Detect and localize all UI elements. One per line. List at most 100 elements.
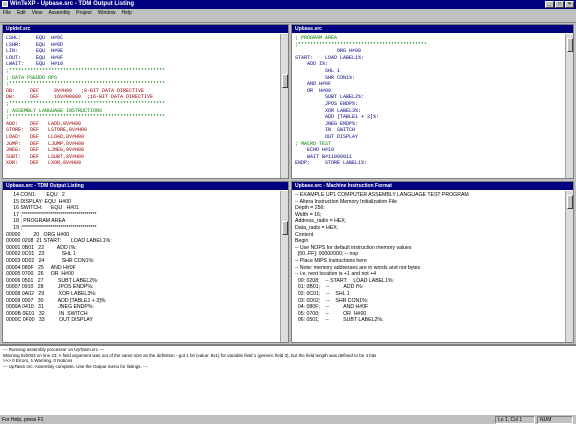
app-title-bar[interactable]: WinTeXP - Upbase.src - TDM Output Listin…: [0, 0, 576, 9]
code-line: 17 ;************************************…: [6, 211, 97, 218]
code-line: ORG H#00: [295, 48, 362, 55]
code-line: ; PROGRAM AREA: [295, 35, 338, 41]
code-line: 02: 0C01; -- SHL 1: [295, 290, 350, 297]
app-icon[interactable]: [2, 1, 8, 7]
code-line: -- Altera Instruction Memory Initializat…: [295, 198, 398, 205]
status-position: Ln 1, Col 1: [495, 416, 535, 424]
code-line: 04: 080F; -- AND H#0F: [295, 304, 369, 311]
output-line: --- UpTasm.src: Assembly complete. Use t…: [3, 363, 148, 369]
code-line: SUBT LABEL2%:: [295, 94, 365, 101]
upldef-editor[interactable]: LSHL: EQU H#0C LSHR: EQU H#0D LIN: EQU H#0…: [3, 34, 280, 178]
code-line: 00009 0007 30 ADD [TABLE1 + 3]%:: [6, 297, 107, 304]
code-line: IN SWITCH: [295, 127, 356, 134]
listing-window-title[interactable]: Upbase.src - TDM Output Listing: [3, 182, 288, 190]
app-title: WinTeXP - Upbase.src - TDM Output Listin…: [10, 1, 135, 7]
listing-scroll-thumb[interactable]: [282, 221, 288, 235]
menu-help[interactable]: Help: [121, 10, 131, 16]
menu-file[interactable]: File: [3, 10, 11, 16]
menu-window[interactable]: Window: [98, 10, 116, 16]
code-line: 00005 0700 26 OR H#00: [6, 271, 74, 278]
menu-edit[interactable]: Edit: [17, 10, 26, 16]
mif-scrollbar[interactable]: [565, 191, 573, 342]
code-line: 00003 0D02 24 SHR CON1%:: [6, 257, 95, 264]
menu-bar: File Edit View Assembly Project Window H…: [0, 9, 576, 17]
code-line: LOUT: EQU H#0F: [6, 54, 64, 61]
menu-view[interactable]: View: [32, 10, 43, 16]
upldef-scrollbar[interactable]: [280, 34, 288, 178]
status-num: NUM: [537, 416, 573, 424]
code-line: 00002 0C01 23 SHL 1: [6, 251, 76, 258]
code-line: ; MACRO TEST: [295, 140, 332, 147]
code-line: DW: DEF 16V#H0000 ;16-BIT DATA DIRECTIVE: [6, 94, 154, 101]
listing-view[interactable]: 14 CON1: EQU 2 15 DISPLAY: EQU H#00 16 S…: [3, 191, 280, 342]
code-line: ;***************************************…: [6, 100, 166, 107]
output-pane[interactable]: --- Running assembly processor on UpTasm…: [0, 344, 576, 414]
code-line: 15 DISPLAY: EQU H#00: [6, 198, 72, 205]
menu-assembly[interactable]: Assembly: [48, 10, 70, 16]
mif-window-title[interactable]: Upbase.src - Machine Instruction Format: [292, 182, 573, 190]
code-line: 19 ;************************************…: [6, 224, 97, 231]
close-button[interactable]: ×: [565, 1, 574, 8]
code-line: ;***************************************…: [6, 81, 166, 88]
code-line: 00000 20 ORG H#00: [6, 231, 70, 238]
code-line: 18 ; PROGRAM AREA: [6, 218, 66, 225]
code-line: JUMP: DEF LJUMP,8V#H00: [6, 140, 85, 147]
code-line: SUBT: DEF LSUBT,8V#H00: [6, 153, 85, 160]
code-line: 00004 080F 25 AND H#0F: [6, 264, 76, 271]
code-line: Begin: [295, 238, 309, 245]
code-line: START: LOAD LABEL1%:: [295, 54, 365, 61]
code-line: LSHR: EQU H#0D: [6, 41, 64, 48]
upbase-window[interactable]: Upbase.src ; PROGRAM AREA ;**************…: [291, 24, 574, 179]
upbase-window-title[interactable]: Upbase.src: [292, 25, 573, 33]
code-line: 06: 0501; -- SUBT LABEL2%:: [295, 317, 384, 324]
code-line: OR H#00: [295, 87, 332, 94]
code-line: JPOS ENDP%:: [295, 100, 359, 107]
code-line: JNEG: DEF LJNEG,8V#H00: [6, 147, 85, 154]
code-line: JNEG ENDP%:: [295, 120, 359, 127]
code-line: 00006 0501 27 SUBT LABEL2%:: [6, 277, 99, 284]
mif-window[interactable]: Upbase.src - Machine Instruction Format …: [291, 181, 574, 343]
status-help-text: For Help, press F1: [2, 416, 44, 423]
code-line: ;***************************************…: [6, 67, 166, 74]
code-line: XOR: DEF LXOR,8V#H00: [6, 160, 82, 167]
code-line: Content: [295, 231, 314, 238]
upldef-window-title[interactable]: Upldef.src: [3, 25, 288, 33]
code-line: ;***************************************…: [6, 114, 166, 121]
upldef-code[interactable]: LSHL: EQU H#0C LSHR: EQU H#0D LIN: EQU H#0…: [6, 35, 277, 167]
code-line: LSHL: EQU H#0C: [6, 35, 64, 41]
code-line: 01: 0B01; -- ADD I%:: [295, 284, 364, 291]
code-line: ADD I%:: [295, 61, 329, 68]
code-line: ADD: DEF LADD,8V#H00: [6, 120, 82, 127]
code-line: Width = 16;: [295, 211, 322, 218]
upldef-window[interactable]: Upldef.src LSHL: EQU H#0C LSHR: EQU H#0D L…: [2, 24, 289, 179]
minimize-button[interactable]: _: [545, 1, 554, 8]
code-line: 00001 0B01 22 ADD I%:: [6, 244, 77, 251]
code-line: -- i.e. next location is +1 and not +4: [295, 271, 377, 278]
code-line: SHR CON1%:: [295, 74, 356, 81]
code-line: ECHO H#10: [295, 147, 335, 154]
listing-code[interactable]: 14 CON1: EQU 2 15 DISPLAY: EQU H#00 16 S…: [6, 192, 277, 324]
mif-view[interactable]: -- EXAMPLE UP1 COMPUTER ASSEMBLY LANGUAG…: [292, 191, 565, 342]
code-line: 0000C 0F00 33 OUT DISPLAY: [6, 317, 93, 324]
code-line: LIN: EQU H#0E: [6, 48, 64, 55]
code-line: -- Note: memory addresses are in words a…: [295, 264, 421, 271]
upldef-scroll-thumb[interactable]: [282, 74, 288, 88]
code-line: XOR LABEL3%:: [295, 107, 362, 114]
listing-scrollbar[interactable]: [280, 191, 288, 342]
mif-scroll-thumb[interactable]: [567, 195, 573, 209]
upbase-scroll-thumb[interactable]: [567, 38, 573, 52]
mif-code[interactable]: -- EXAMPLE UP1 COMPUTER ASSEMBLY LANGUAG…: [295, 192, 562, 324]
upbase-code[interactable]: ; PROGRAM AREA ;*************************…: [295, 35, 562, 167]
code-line: LOAD: DEF LLOAD,8V#H00: [6, 133, 85, 140]
upbase-scrollbar[interactable]: [565, 34, 573, 178]
maximize-button[interactable]: □: [555, 1, 564, 8]
upbase-editor[interactable]: ; PROGRAM AREA ;*************************…: [292, 34, 565, 178]
code-line: 05: 0700; -- OR H#00: [295, 310, 367, 317]
menu-project[interactable]: Project: [76, 10, 92, 16]
code-line: ENDP: STORE LABEL1%:: [295, 160, 368, 167]
code-line: ; DATA PSEUDO OPS: [6, 74, 58, 81]
listing-window[interactable]: Upbase.src - TDM Output Listing 14 CON1:…: [2, 181, 289, 343]
code-line: 00000 0208 21 START: LOAD LABEL1%:: [6, 238, 112, 245]
code-line: ;***************************************…: [295, 41, 428, 48]
code-line: 0000B 0E01 32 IN SWITCH: [6, 310, 88, 317]
